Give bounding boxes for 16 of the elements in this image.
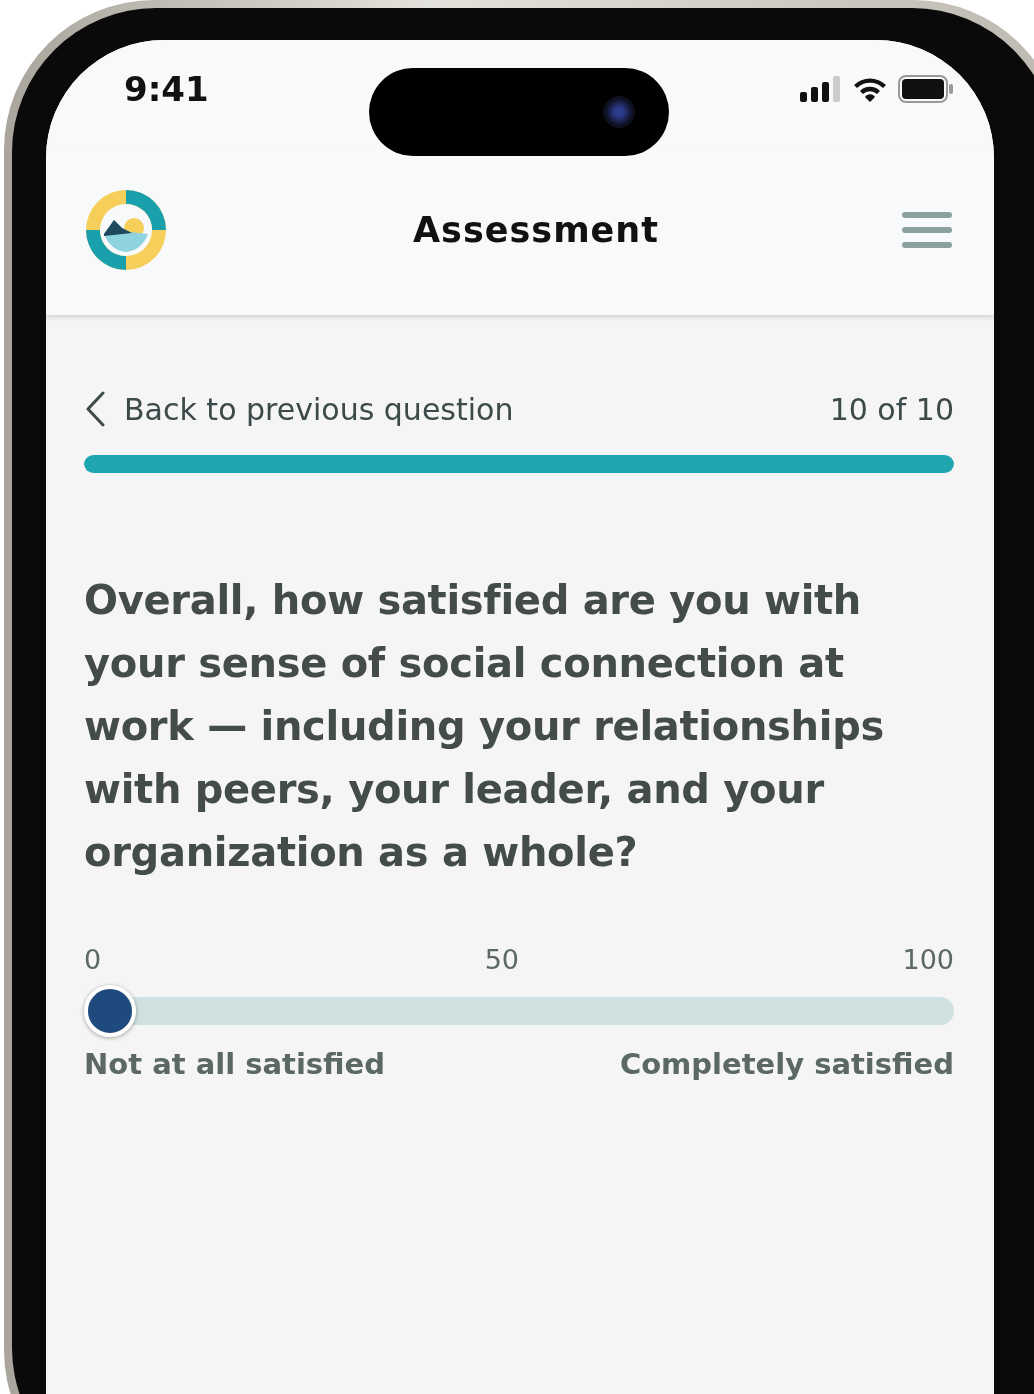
max-label: Completely satisfied <box>619 1047 954 1081</box>
screen-title: Assessment <box>413 210 659 250</box>
scale-tick-label: 50 <box>484 944 519 975</box>
question-counter: 10 of 10 <box>829 391 954 427</box>
scale-tick-label: 100 <box>902 944 954 975</box>
slider-thumb[interactable] <box>84 985 136 1037</box>
chevron-left-icon <box>84 391 106 427</box>
menu-icon[interactable] <box>902 212 952 248</box>
question-text: Overall, how satisfied are you with your sense of social connection at work — including your relationships with peers, your leader, and your organization as a whole? <box>84 576 886 877</box>
min-label: Not at all satisfied <box>84 1047 386 1081</box>
status-time: 9:41 <box>124 68 209 109</box>
slider[interactable] <box>84 985 954 1037</box>
signal-icon <box>800 75 842 102</box>
battery-icon <box>898 74 954 103</box>
back-link[interactable]: Back to previous question <box>84 391 514 427</box>
scale-tick-label: 0 <box>84 944 102 975</box>
